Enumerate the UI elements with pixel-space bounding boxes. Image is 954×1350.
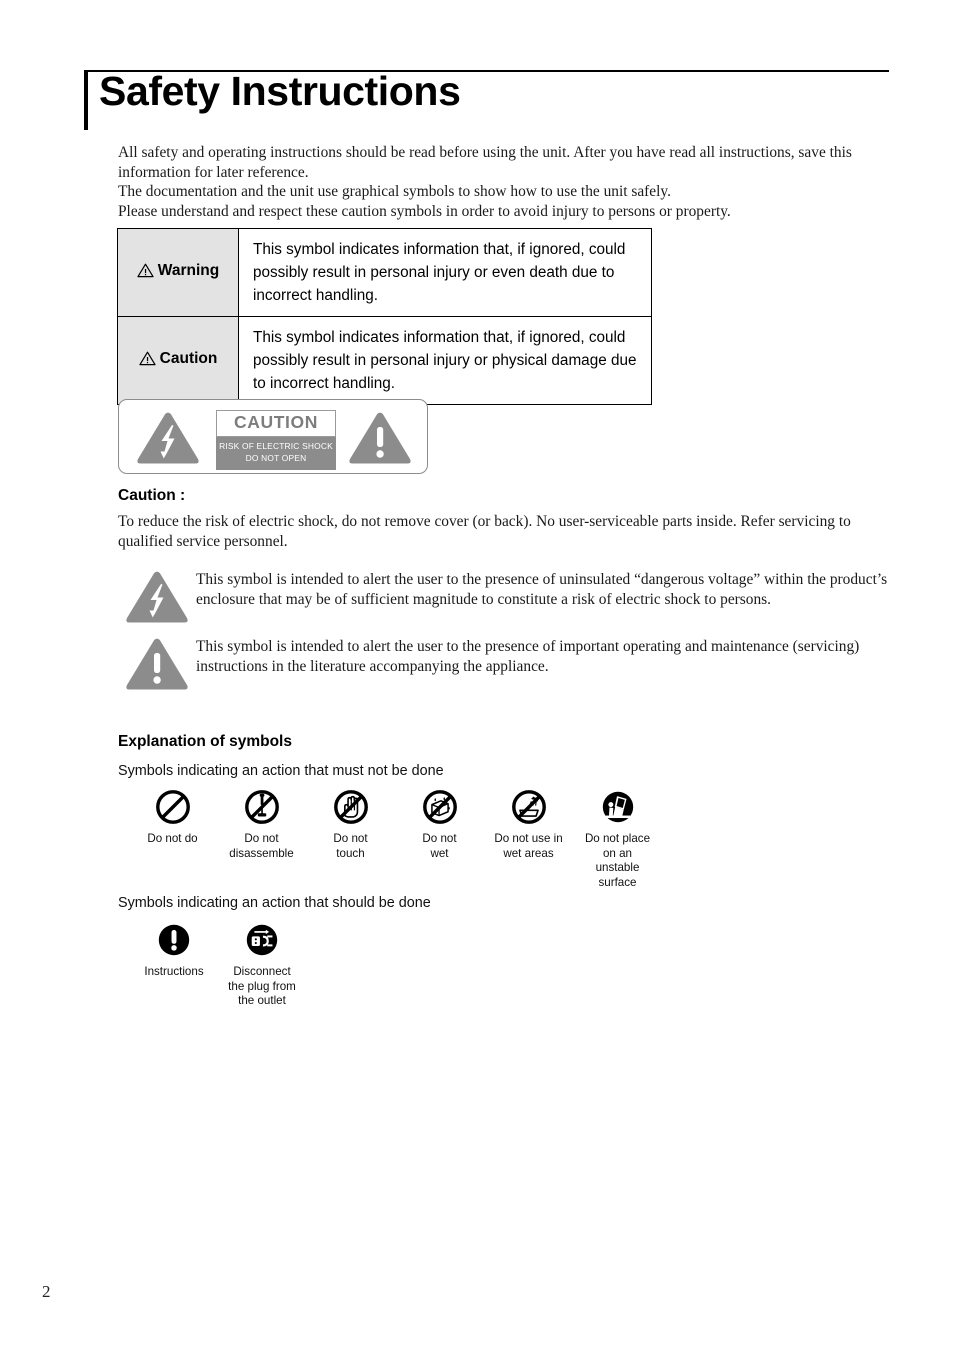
warning-triangle-icon <box>137 263 154 278</box>
caution-label-text: Caution <box>159 349 218 367</box>
warning-description-cell: This symbol indicates information that, … <box>238 228 652 317</box>
intro-line-2: The documentation and the unit use graph… <box>118 183 671 200</box>
symbol-explanation-row: This symbol is intended to alert the use… <box>124 566 894 631</box>
caution-subtext-line-2: DO NOT OPEN <box>245 452 307 463</box>
caution-text-block: CAUTION RISK OF ELECTRIC SHOCK DO NOT OP… <box>216 410 336 470</box>
caution-section-heading: Caution : <box>118 487 186 504</box>
warning-label-cell: Warning <box>117 228 239 317</box>
symbol-explanation-row: This symbol is intended to alert the use… <box>124 633 894 698</box>
icon-label: Do not do <box>147 832 198 845</box>
page-number: 2 <box>42 1282 51 1301</box>
mandatory-instructions-icon <box>155 920 193 960</box>
list-item: Do not use in wet areas <box>484 787 573 861</box>
lightning-bolt-triangle-icon <box>124 566 196 631</box>
icon-label: Do not wet <box>422 832 457 860</box>
prohibited-symbols-subtitle: Symbols indicating an action that must n… <box>118 763 444 779</box>
icon-label: Instructions <box>144 965 204 978</box>
table-row: Caution This symbol indicates informatio… <box>117 316 652 405</box>
icon-label: Do not disassemble <box>229 832 294 860</box>
caution-subtext: RISK OF ELECTRIC SHOCK DO NOT OPEN <box>216 437 336 470</box>
exclamation-triangle-icon <box>124 633 196 698</box>
list-item: Do not wet <box>395 787 484 861</box>
document-page: Safety Instructions All safety and opera… <box>0 0 954 1350</box>
prohibition-disassemble-icon <box>243 787 281 827</box>
mandatory-symbols-strip: Instructions Disconnect the plug from th… <box>130 920 306 1009</box>
mandatory-symbols-subtitle: Symbols indicating an action that should… <box>118 895 431 911</box>
intro-line-1: All safety and operating instructions sh… <box>118 144 852 181</box>
symbol-explanation-text: This symbol is intended to alert the use… <box>196 638 860 675</box>
prohibition-wet-areas-icon <box>510 787 548 827</box>
symbol-explanation-text: This symbol is intended to alert the use… <box>196 571 888 608</box>
prohibition-touch-icon <box>332 787 370 827</box>
list-item: Instructions <box>130 920 218 980</box>
prohibition-plain-icon <box>154 787 192 827</box>
list-item: Do not do <box>128 787 217 847</box>
icon-label: Do not place on an unstable surface <box>584 832 651 889</box>
warning-triangle-icon <box>139 351 156 366</box>
table-row: Warning This symbol indicates informatio… <box>117 228 652 317</box>
electric-shock-caution-badge: CAUTION RISK OF ELECTRIC SHOCK DO NOT OP… <box>118 399 428 474</box>
icon-label: Disconnect the plug from the outlet <box>228 965 296 1007</box>
warning-caution-table: Warning This symbol indicates informatio… <box>117 228 652 405</box>
caution-word: CAUTION <box>216 410 336 437</box>
list-item: Disconnect the plug from the outlet <box>218 920 306 1009</box>
page-title: Safety Instructions <box>99 68 461 114</box>
list-item: Do not place on an unstable surface <box>573 787 662 890</box>
explanation-of-symbols-heading: Explanation of symbols <box>118 733 292 750</box>
caution-description-cell: This symbol indicates information that, … <box>238 316 652 405</box>
icon-label: Do not touch <box>333 832 368 860</box>
intro-paragraphs: All safety and operating instructions sh… <box>118 143 886 221</box>
caution-section-body: To reduce the risk of electric shock, do… <box>118 513 851 550</box>
warning-label-text: Warning <box>157 261 220 279</box>
lightning-bolt-triangle-icon <box>135 410 201 471</box>
prohibition-unstable-surface-icon <box>599 787 637 827</box>
caution-subtext-line-1: RISK OF ELECTRIC SHOCK <box>219 441 333 451</box>
intro-line-3: Please understand and respect these caut… <box>118 202 731 220</box>
caution-label-cell: Caution <box>117 316 239 405</box>
mandatory-disconnect-plug-icon <box>243 920 281 960</box>
icon-label: Do not use in wet areas <box>494 832 563 860</box>
list-item: Do not touch <box>306 787 395 861</box>
exclamation-triangle-icon <box>347 410 413 471</box>
prohibited-symbols-strip: Do not do Do not disassemble Do not touc… <box>128 787 662 890</box>
prohibition-wet-icon <box>421 787 459 827</box>
title-accent-bar <box>84 72 88 130</box>
list-item: Do not disassemble <box>217 787 306 861</box>
